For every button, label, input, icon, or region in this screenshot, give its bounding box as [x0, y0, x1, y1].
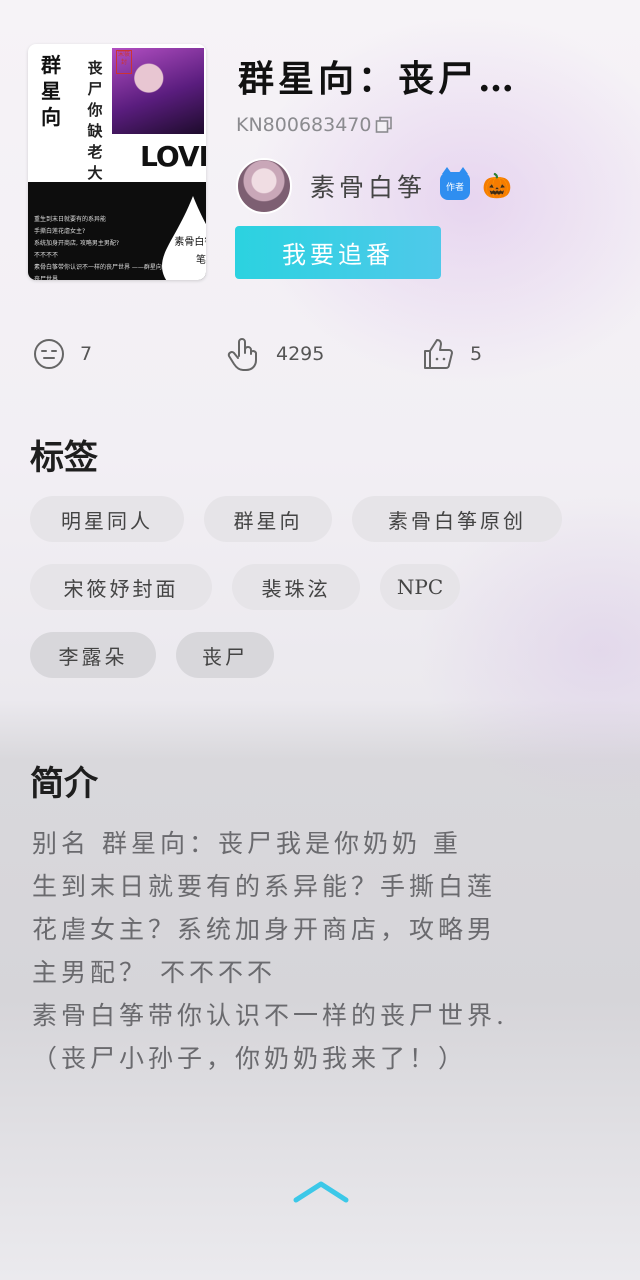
tag-chip[interactable]: 明星同人 — [30, 496, 184, 542]
cover-blurb-line: 素骨白筝带你认识不一样的丧尸世界 ——群星向丧尸世界 — [34, 264, 162, 280]
copy-icon[interactable] — [375, 116, 393, 134]
book-id: KN800683470 — [236, 114, 372, 136]
cover-blurb: 重生到末日就要有的系异能 手撕白莲花虐女主? 系统加身开商店, 攻略男主男配? … — [34, 214, 164, 280]
intro-title: 简介 — [30, 764, 98, 804]
intro-line: 素骨白筝带你认识不一样的丧尸世界. — [32, 1001, 508, 1030]
cover-love-text: LOVE — [140, 140, 206, 173]
intro-line: 主男配？ 不不不不 — [32, 958, 276, 987]
intro-line: 花虐女主？系统加身开商店，攻略男 — [32, 915, 497, 944]
like-count: 5 — [470, 343, 483, 365]
tag-chip[interactable]: 素骨白筝原创 — [352, 496, 562, 542]
tag-chip[interactable]: 丧尸 — [176, 632, 274, 678]
intro-text: 别名 群星向：丧尸我是你奶奶 重 生到末日就要有的系异能？手撕白莲 花虐女主？系… — [32, 822, 572, 1080]
book-title: 群星向：丧尸… — [238, 58, 519, 100]
tag-chip[interactable]: 裴珠泫 — [232, 564, 360, 610]
comment-count: 7 — [80, 343, 93, 365]
intro-line: （丧尸小孙子，你奶奶我来了！） — [32, 1044, 468, 1073]
intro-line: 生到末日就要有的系异能？手撕白莲 — [32, 872, 497, 901]
click-stat[interactable]: 4295 — [226, 334, 324, 374]
author-name[interactable]: 素骨白筝 — [310, 168, 426, 204]
avatar[interactable] — [236, 158, 292, 214]
click-count: 4295 — [276, 343, 325, 365]
author-row[interactable]: 素骨白筝 作者 🎃 — [236, 157, 512, 215]
comment-stat[interactable]: 7 — [32, 334, 92, 374]
cover-blurb-line: 不不不不 — [34, 252, 59, 259]
finger-tap-icon — [227, 338, 257, 371]
tag-chip[interactable]: NPC — [380, 564, 460, 610]
tag-chip[interactable]: 群星向 — [204, 496, 332, 542]
tag-chip[interactable]: 宋筱妤封面 — [30, 564, 212, 610]
pumpkin-icon: 🎃 — [482, 172, 512, 200]
book-id-row: KN800683470 — [236, 114, 393, 136]
book-cover[interactable]: 宋筱封 群星向 丧尸你缺老大 LOVE 重生到末日就要有的系异能 手撕白莲花虐女… — [28, 44, 206, 280]
follow-button[interactable]: 我要追番 — [235, 226, 441, 279]
like-stat[interactable]: 5 — [420, 334, 482, 374]
cover-big-text: 群星向 — [41, 53, 61, 129]
cover-blurb-line: 重生到末日就要有的系异能 — [34, 216, 107, 223]
comment-icon — [34, 339, 64, 369]
cover-sub-text: 丧尸你缺老大 — [87, 59, 103, 182]
cover-blurb-line: 手撕白莲花虐女主? — [34, 228, 86, 235]
cover-stamp: 宋筱封 — [116, 50, 132, 74]
thumbs-up-icon — [424, 339, 453, 369]
cover-author-text: 素骨白筝 执笔 — [174, 237, 206, 266]
tag-chip[interactable]: 李露朵 — [30, 632, 156, 678]
author-badge: 作者 — [440, 167, 471, 200]
intro-line: 别名 群星向：丧尸我是你奶奶 重 — [32, 829, 462, 858]
tags-title: 标签 — [30, 438, 98, 478]
chevron-up-icon[interactable] — [292, 1178, 350, 1204]
cover-blurb-line: 系统加身开商店, 攻略男主男配? — [34, 240, 119, 247]
